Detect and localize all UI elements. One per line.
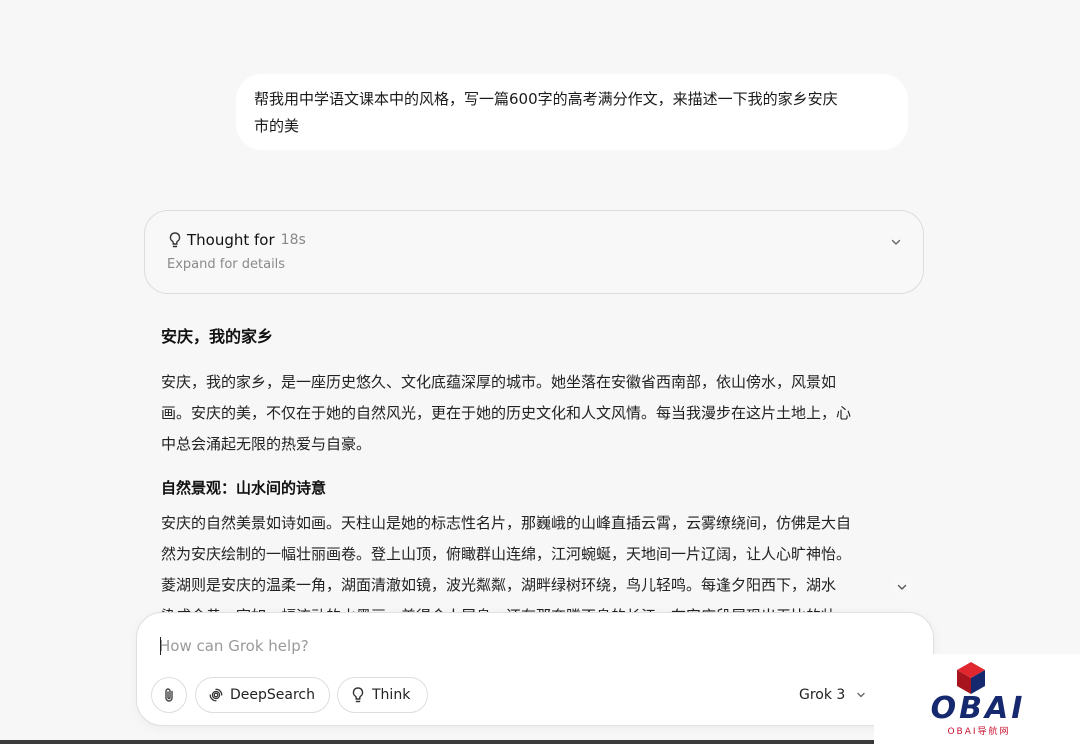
user-message-line: 市的美 xyxy=(254,117,300,135)
text-caret xyxy=(160,637,161,655)
answer-line: 安庆，我的家乡，是一座历史悠久、文化底蕴深厚的城市。她坐落在安徽省西南部，依山傍… xyxy=(161,373,837,391)
answer-intro-paragraph: 安庆，我的家乡，是一座历史悠久、文化底蕴深厚的城市。她坐落在安徽省西南部，依山傍… xyxy=(161,367,921,460)
deepsearch-label: DeepSearch xyxy=(230,687,315,703)
prompt-input[interactable] xyxy=(159,635,899,657)
watermark-logo: OBAI OBAI导航网 xyxy=(874,654,1080,744)
chevron-down-icon xyxy=(897,584,907,590)
assistant-answer: 安庆，我的家乡 安庆，我的家乡，是一座历史悠久、文化底蕴深厚的城市。她坐落在安徽… xyxy=(161,325,921,632)
section-heading: 自然景观：山水间的诗意 xyxy=(161,479,327,497)
chevron-down-icon xyxy=(857,692,866,698)
user-message-bubble: 帮我用中学语文课本中的风格，写一篇600字的高考满分作文，来描述一下我的家乡安庆… xyxy=(236,74,908,150)
attach-button[interactable] xyxy=(151,677,187,713)
think-label: Think xyxy=(372,687,411,703)
model-selector[interactable]: Grok 3 xyxy=(799,683,867,707)
answer-line: 然为安庆绘制的一幅壮丽画卷。登上山顶，俯瞰群山连绵，江河蜿蜒，天地间一片辽阔，让… xyxy=(161,545,852,563)
thought-header: Thought for 18s xyxy=(167,231,306,249)
deepsearch-button[interactable]: DeepSearch xyxy=(195,677,330,713)
answer-line: 中总会涌起无限的热爱与自豪。 xyxy=(161,435,372,453)
chat-app: 帮我用中学语文课本中的风格，写一篇600字的高考满分作文，来描述一下我的家乡安庆… xyxy=(0,0,1080,744)
watermark-brand: OBAI xyxy=(930,691,1026,726)
user-message-line: 帮我用中学语文课本中的风格，写一篇600字的高考满分作文，来描述一下我的家乡安庆 xyxy=(254,90,838,108)
chevron-down-icon[interactable] xyxy=(889,235,903,249)
think-button[interactable]: Think xyxy=(337,677,428,713)
answer-line: 画。安庆的美，不仅在于她的自然风光，更在于她的历史文化和人文风情。每当我漫步在这… xyxy=(161,404,852,422)
paperclip-icon xyxy=(165,688,173,702)
lightbulb-icon xyxy=(169,232,181,248)
scroll-down-button[interactable] xyxy=(890,575,914,599)
window-bottom-edge xyxy=(0,740,874,744)
thought-title: Thought for xyxy=(187,231,275,249)
lightbulb-icon xyxy=(352,687,364,703)
thought-panel[interactable]: Thought for 18s Expand for details xyxy=(144,210,924,294)
swirl-icon xyxy=(209,688,223,702)
answer-line: 安庆的自然美景如诗如画。天柱山是她的标志性名片，那巍峨的山峰直插云霄，云雾缭绕间… xyxy=(161,514,852,532)
thought-subtitle: Expand for details xyxy=(167,257,286,272)
answer-title: 安庆，我的家乡 xyxy=(161,327,274,346)
thought-duration: 18s xyxy=(280,232,306,248)
model-label: Grok 3 xyxy=(799,687,846,703)
answer-line: 菱湖则是安庆的温柔一角，湖面清澈如镜，波光粼粼，湖畔绿树环绕，鸟儿轻鸣。每逢夕阳… xyxy=(161,576,837,594)
composer: DeepSearch Think Grok 3 xyxy=(136,612,934,726)
watermark-tagline: OBAI导航网 xyxy=(947,727,1011,737)
